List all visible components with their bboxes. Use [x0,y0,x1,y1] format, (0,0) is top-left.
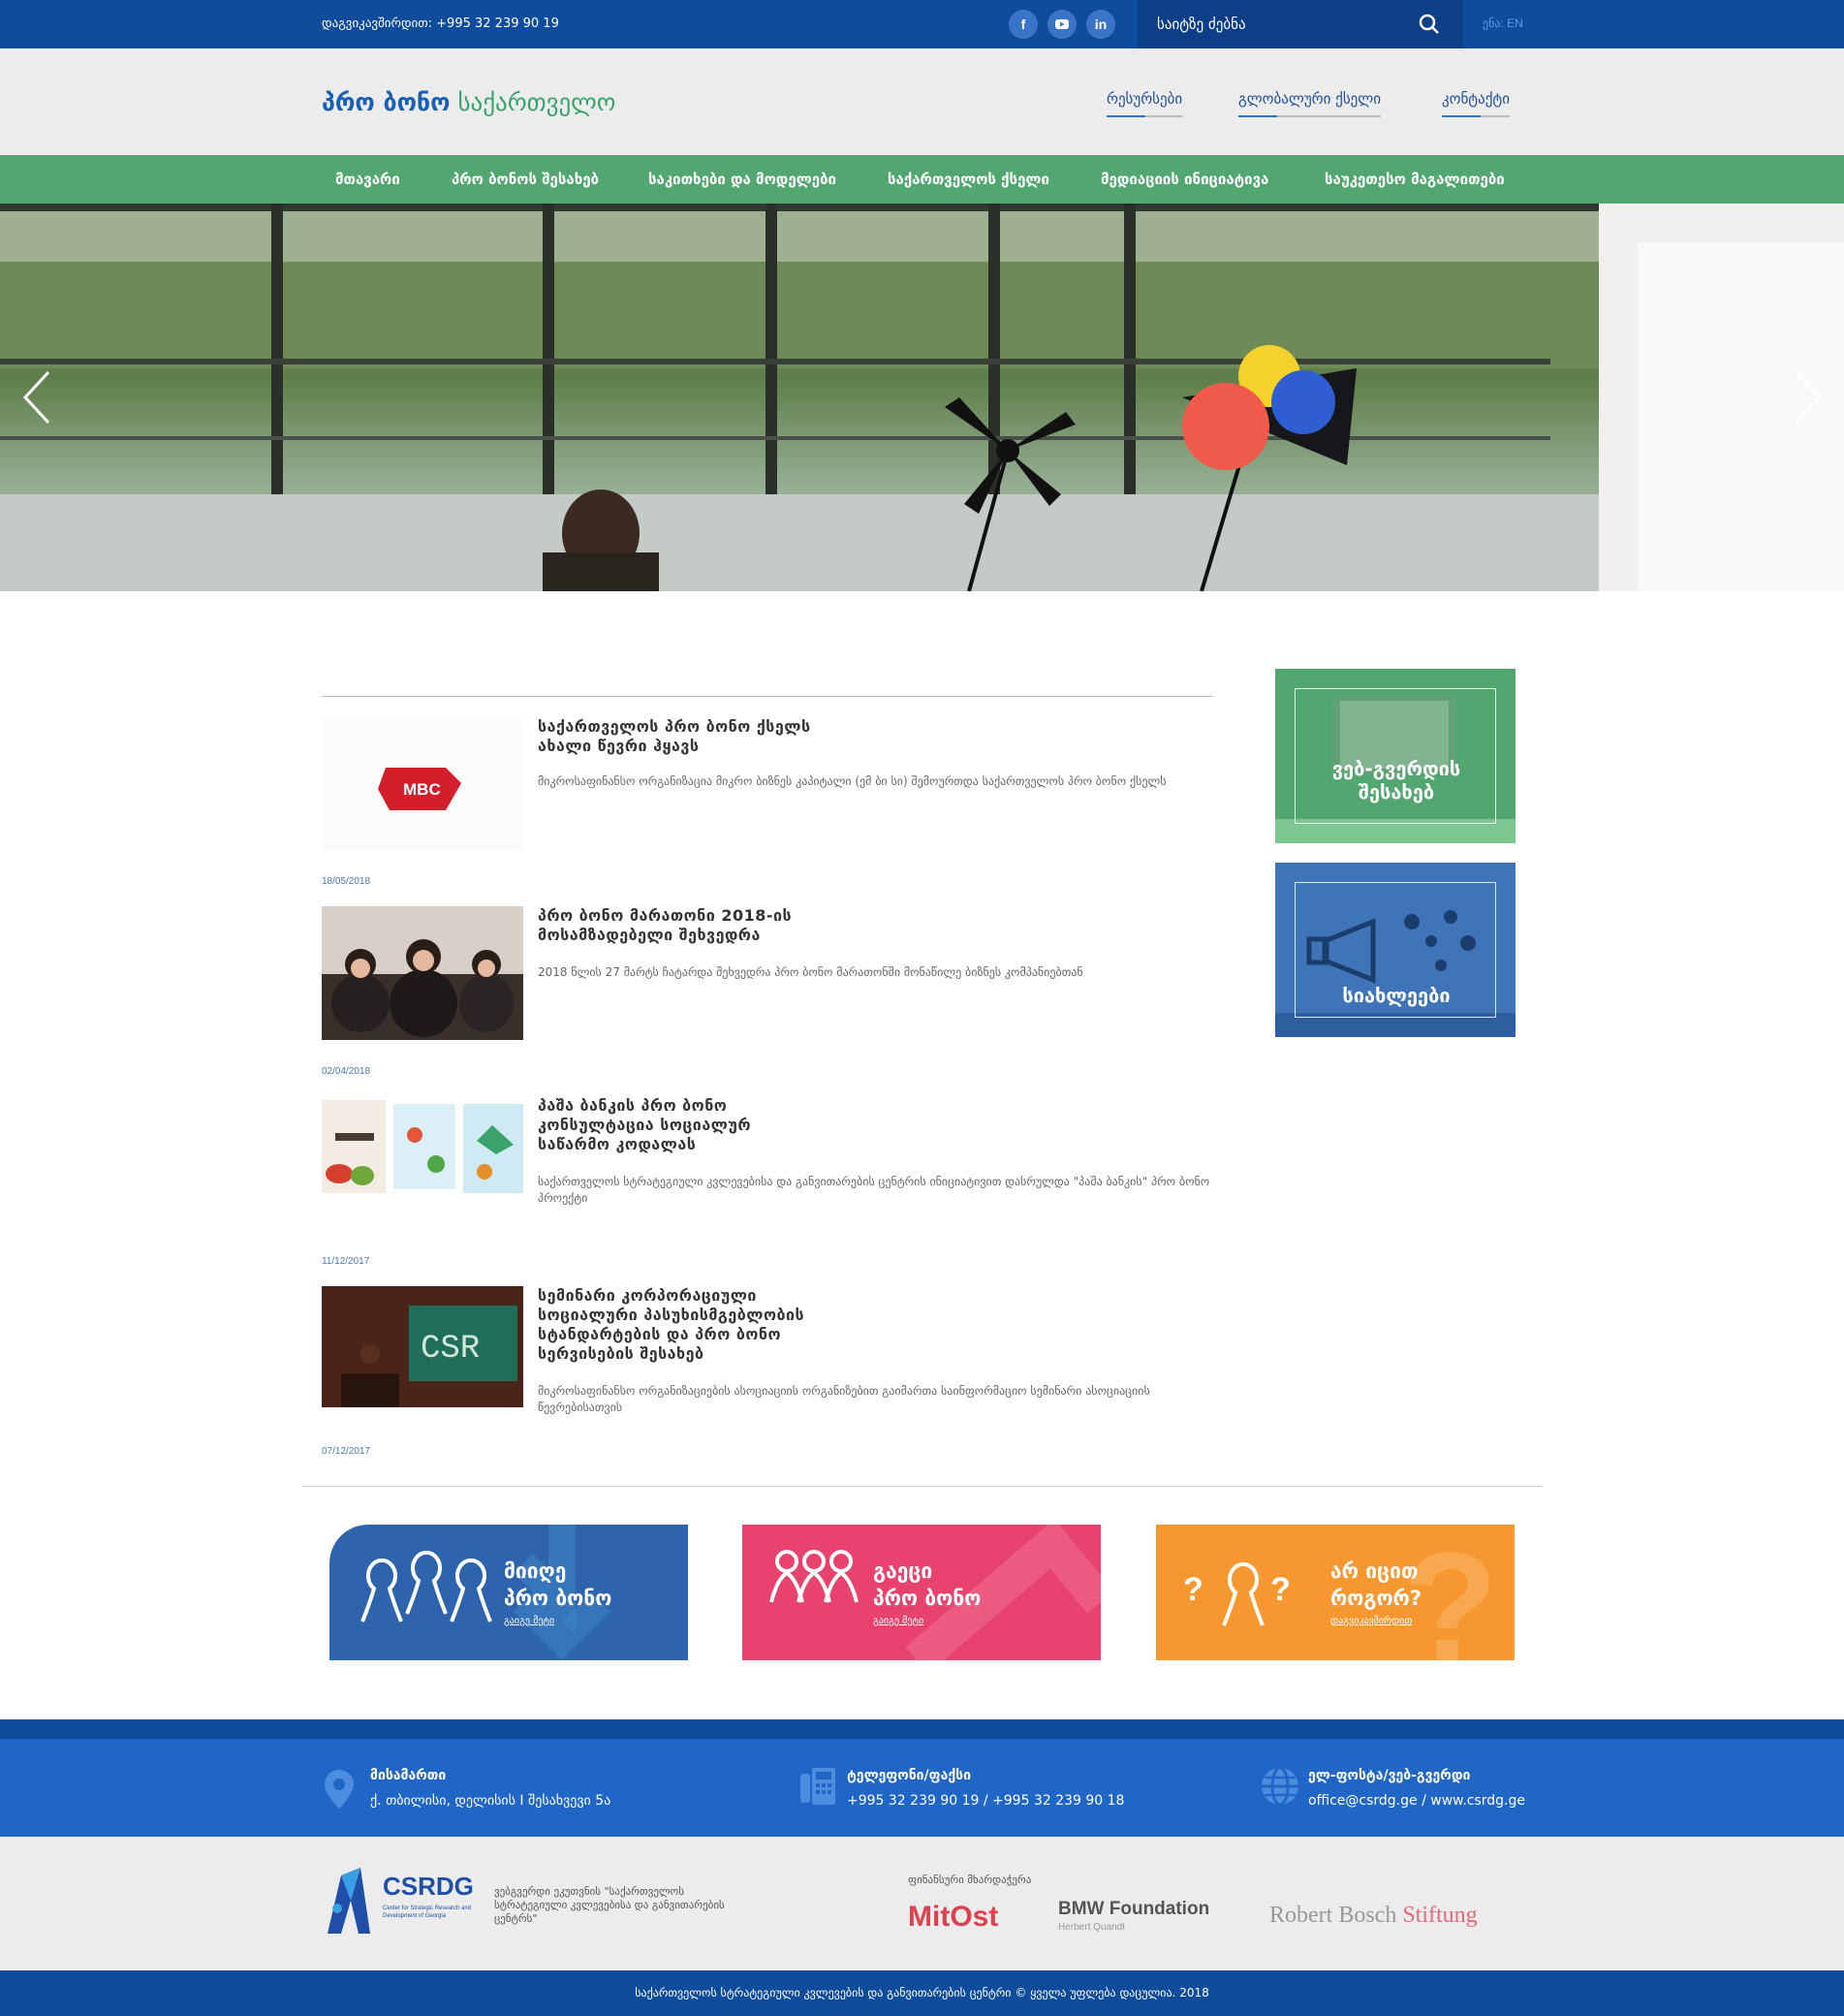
copyright: საქართველოს სტრატეგიული კვლევების და გან… [0,1970,1844,2016]
cta-dont-know-how[interactable]: ? ? ? არ იცით როგორ? დაგვიკავშირდით [1156,1525,1515,1660]
top-bar: დაგვიკავშირდით: +995 32 239 90 19 f in ე… [0,0,1844,48]
cta-learn-more-link[interactable]: გაიგე მეტი [504,1616,554,1626]
slider-prev-arrow[interactable] [17,368,56,426]
section-divider [302,1486,1543,1487]
slider-next-arrow[interactable] [1789,368,1828,426]
news-item[interactable]: პაშა ბანკის პრო ბონო კონსულტაცია სოციალუ… [322,1096,1213,1242]
link-global-network[interactable]: გლობალური ქსელი [1238,90,1382,117]
link-resources[interactable]: რესურსები [1107,90,1183,117]
news-thumbnail[interactable] [322,906,523,1040]
news-description: მიკროსაფინანსო ორგანიზაცია მიკრო ბიზნეს … [538,774,1167,788]
news-item[interactable]: CSR სემინარი კორპორაციული სოციალური პასუ… [322,1286,1213,1432]
bosch-stiftung-logo[interactable]: Robert Bosch Stiftung [1269,1903,1478,1929]
csrdg-subtitle: Center for Strategic Research and Develo… [383,1906,472,1919]
about-site-image-frame: ვებ-გვერდის შესახებ [1295,688,1496,824]
nav-about-pro-bono[interactable]: პრო ბონოს შესახებ [452,171,599,188]
cta-title: არ იცით როგორ? [1330,1559,1422,1610]
contact-phone: დაგვიკავშირდით: +995 32 239 90 19 [322,16,559,31]
news-item[interactable]: MBC საქართველოს პრო ბონო ქსელს ახალი წევ… [322,717,1213,853]
site-logo[interactable]: პრო ბონო საქართველო [322,88,615,116]
hero-image [0,204,1844,591]
news-description: 2018 წლის 27 მარტს ჩატარდა შეხვედრა პრო … [538,965,1083,979]
news-thumbnail[interactable] [322,1096,523,1230]
nav-best-practices[interactable]: საუკეთესო მაგალითები [1325,171,1505,188]
cta-give-pro-bono[interactable]: გაეცი პრო ბონო გაიგე მეტი [742,1525,1101,1660]
language-switch[interactable]: ენა: EN [1483,16,1523,30]
facebook-icon[interactable]: f [1009,10,1038,39]
search-input[interactable] [1157,12,1399,37]
news-title[interactable]: პრო ბონო მარათონი 2018-ის მოსამზადებელი … [538,906,828,945]
svg-text:?: ? [1270,1571,1291,1608]
news-image-frame: სიახლეები [1295,882,1496,1018]
news-date: 11/12/2017 [322,1256,370,1267]
cta-learn-more-link[interactable]: გაიგე მეტი [873,1616,923,1626]
link-contact[interactable]: კონტაქტი [1442,90,1510,117]
search-icon[interactable] [1415,10,1444,39]
csr-slide-text: CSR [421,1331,480,1368]
sidebar-label: ვებ-გვერდის შესახებ [1331,757,1461,803]
sidebar-about-site[interactable]: ვებ-გვერდის შესახებ [1275,669,1516,843]
news-title[interactable]: საქართველოს პრო ბონო ქსელს ახალი წევრი ჰ… [538,717,828,756]
news-item[interactable]: პრო ბონო მარათონი 2018-ის მოსამზადებელი … [322,906,1213,1042]
news-date: 18/05/2018 [322,876,371,887]
email-website-link[interactable]: office@csrdg.ge / www.csrdg.ge [1308,1793,1525,1809]
linkedin-icon[interactable]: in [1086,10,1115,39]
csrdg-logo-mark[interactable] [322,1866,380,1937]
footer-contacts: მისამართი ქ. თბილისი, დელისის I შესახვევ… [0,1739,1844,1837]
main-nav: მთავარი პრო ბონოს შესახებ საკითხები და მ… [0,155,1844,204]
news-date: 02/04/2018 [322,1066,371,1077]
mitost-logo[interactable]: MitOst [908,1901,998,1934]
nav-home[interactable]: მთავარი [335,171,400,188]
nav-issues-models[interactable]: საკითხები და მოდელები [648,171,836,188]
news-date: 07/12/2017 [322,1446,371,1457]
sidebar-news[interactable]: სიახლეები [1275,863,1516,1037]
fax-phone-icon [800,1768,835,1805]
financial-support-label: ფინანსური მხარდაჭერა [908,1874,1032,1886]
news-description: მიკროსაფინანსო ორგანიზაციების ასოციაციის… [538,1384,1150,1414]
cta-title: გაეცი პრო ბონო [873,1559,982,1610]
nav-georgia-network[interactable]: საქართველოს ქსელი [888,171,1049,188]
mbc-logo-text: MBC [403,780,441,799]
news-title[interactable]: სემინარი კორპორაციული სოციალური პასუხისმ… [538,1286,828,1364]
csrdg-logo-text: CSRDG [383,1872,474,1901]
location-pin-icon [325,1770,354,1809]
svg-text:?: ? [1183,1571,1203,1608]
footer-top-strip [0,1719,1844,1739]
csrdg-ownership-text: ვებგვერდი ეკუთვნის "საქართველოს სტრატეგი… [494,1885,725,1925]
bmw-foundation-sub: Herbert Quandt [1058,1922,1125,1933]
news-title[interactable]: პაშა ბანკის პრო ბონო კონსულტაცია სოციალუ… [538,1096,828,1154]
hero-slider [0,204,1844,591]
sidebar-label: სიახლეები [1342,984,1451,1007]
cta-contact-link[interactable]: დაგვიკავშირდით [1330,1616,1412,1626]
globe-icon [1262,1766,1298,1807]
cta-title: მიიღე პრო ბონო [504,1559,612,1610]
news-description: საქართველოს სტრატეგიული კვლევებისა და გა… [538,1175,1210,1205]
bmw-foundation-logo[interactable]: BMW Foundation [1058,1899,1209,1920]
news-thumbnail[interactable]: CSR [322,1286,523,1407]
youtube-icon[interactable] [1047,10,1077,39]
cta-get-pro-bono[interactable]: მიიღე პრო ბონო გაიგე მეტი [329,1525,688,1660]
site-header: პრო ბონო საქართველო რესურსები გლობალური … [0,48,1844,155]
news-thumbnail[interactable]: MBC [322,717,523,851]
news-divider [322,696,1213,697]
partners-section: CSRDG Center for Strategic Research and … [0,1837,1844,1970]
nav-mediation[interactable]: მედიაციის ინიციატივა [1101,171,1268,188]
